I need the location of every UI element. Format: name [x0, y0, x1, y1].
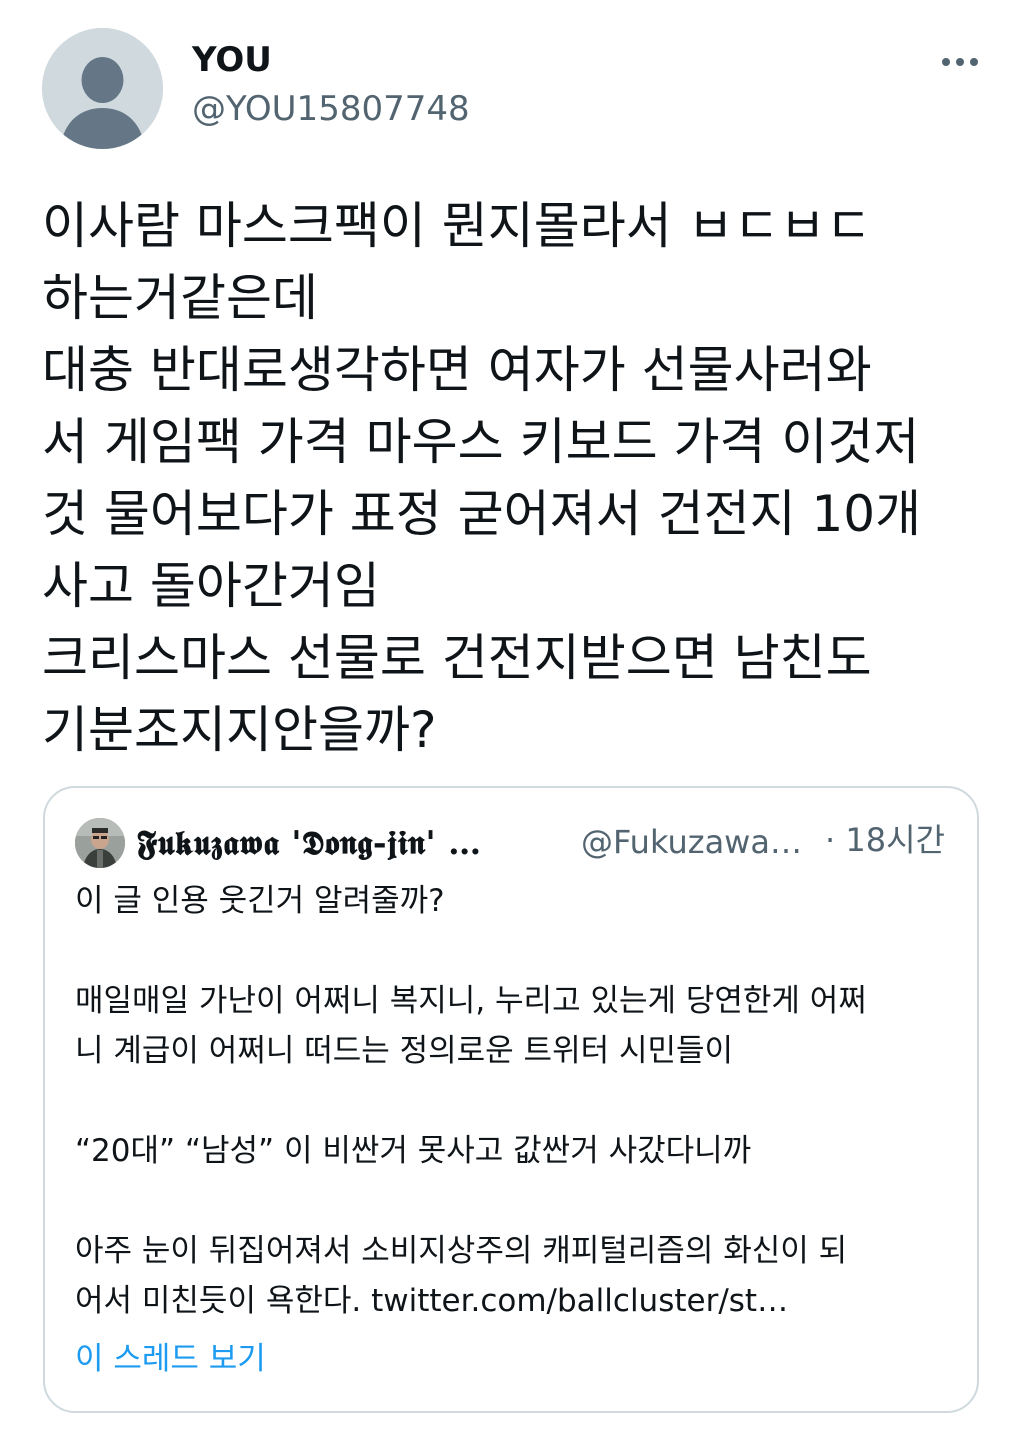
quoted-text-line: “20대” “남성” 이 비싼거 못사고 값싼거 사갔다니까 — [75, 1133, 752, 1169]
quoted-text-line: 니 계급이 어쩌니 떠드는 정의로운 트위터 시민들이 — [75, 1033, 734, 1069]
quoted-text-line: 아주 눈이 뒤집어져서 소비지상주의 캐피털리즘의 화신이 되 — [75, 1233, 848, 1269]
quoted-author-handle[interactable]: @Fukuzawa… — [581, 821, 802, 863]
quoted-tweet-timestamp[interactable]: · 18시간 — [825, 819, 945, 861]
tweet-text-line: 것 물어보다가 표정 굳어져서 건전지 10개 — [42, 485, 922, 543]
quoted-text-line — [75, 926, 955, 976]
tweet-text-line: 이사람 마스크팩이 뭔지몰라서 ㅂㄷㅂㄷ — [42, 197, 872, 255]
author-avatar[interactable] — [42, 28, 163, 149]
show-thread-link[interactable]: 이 스레드 보기 — [75, 1334, 266, 1384]
tweet-text: 이사람 마스크팩이 뭔지몰라서 ㅂㄷㅂㄷ 하는거같은데 대충 반대로생각하면 여… — [42, 190, 987, 766]
quoted-text-line — [75, 1176, 955, 1226]
user-photo-avatar — [75, 818, 125, 868]
quoted-text-line: 이 글 인용 웃긴거 알려줄까? — [75, 883, 445, 919]
tweet-text-line: 기분조지지안을까? — [42, 701, 437, 759]
author-display-name[interactable]: YOU — [192, 40, 272, 80]
tweet-text-line: 서 게임팩 가격 마우스 키보드 가격 이것저 — [42, 413, 920, 471]
tweet-text-line: 하는거같은데 — [42, 269, 318, 327]
tweet-text-line: 대충 반대로생각하면 여자가 선물사러와 — [42, 341, 872, 399]
quoted-text-line: 어서 미친듯이 욕한다. twitter.com/ballcluster/st… — [75, 1283, 789, 1319]
tweet-text-line: 크리스마스 선물로 건전지받으면 남친도 — [42, 629, 872, 687]
quoted-tweet-card[interactable]: 𝕱𝖚𝖐𝖚𝖟𝖆𝖜𝖆 '𝕯𝖔𝖓𝖌-𝖏𝖎𝖓' … @Fukuzawa… · 18시간 … — [43, 786, 979, 1413]
tweet: YOU @YOU15807748 이사람 마스크팩이 뭔지몰라서 ㅂㄷㅂㄷ 하는… — [0, 0, 1024, 1441]
quoted-text-line — [75, 1076, 955, 1126]
quoted-author-avatar[interactable] — [75, 818, 125, 868]
more-options-button[interactable] — [936, 44, 984, 80]
quoted-author-display-name[interactable]: 𝕱𝖚𝖐𝖚𝖟𝖆𝖜𝖆 '𝕯𝖔𝖓𝖌-𝖏𝖎𝖓' … — [137, 822, 482, 864]
author-handle[interactable]: @YOU15807748 — [192, 89, 470, 129]
quoted-text-line: 매일매일 가난이 어쩌니 복지니, 누리고 있는게 당연한게 어쩌 — [75, 983, 867, 1019]
quoted-tweet-text: 이 글 인용 웃긴거 알려줄까? 매일매일 가난이 어쩌니 복지니, 누리고 있… — [75, 876, 955, 1326]
tweet-text-line: 사고 돌아간거임 — [42, 557, 380, 615]
more-horizontal-icon — [942, 58, 978, 66]
default-profile-icon — [42, 28, 163, 149]
